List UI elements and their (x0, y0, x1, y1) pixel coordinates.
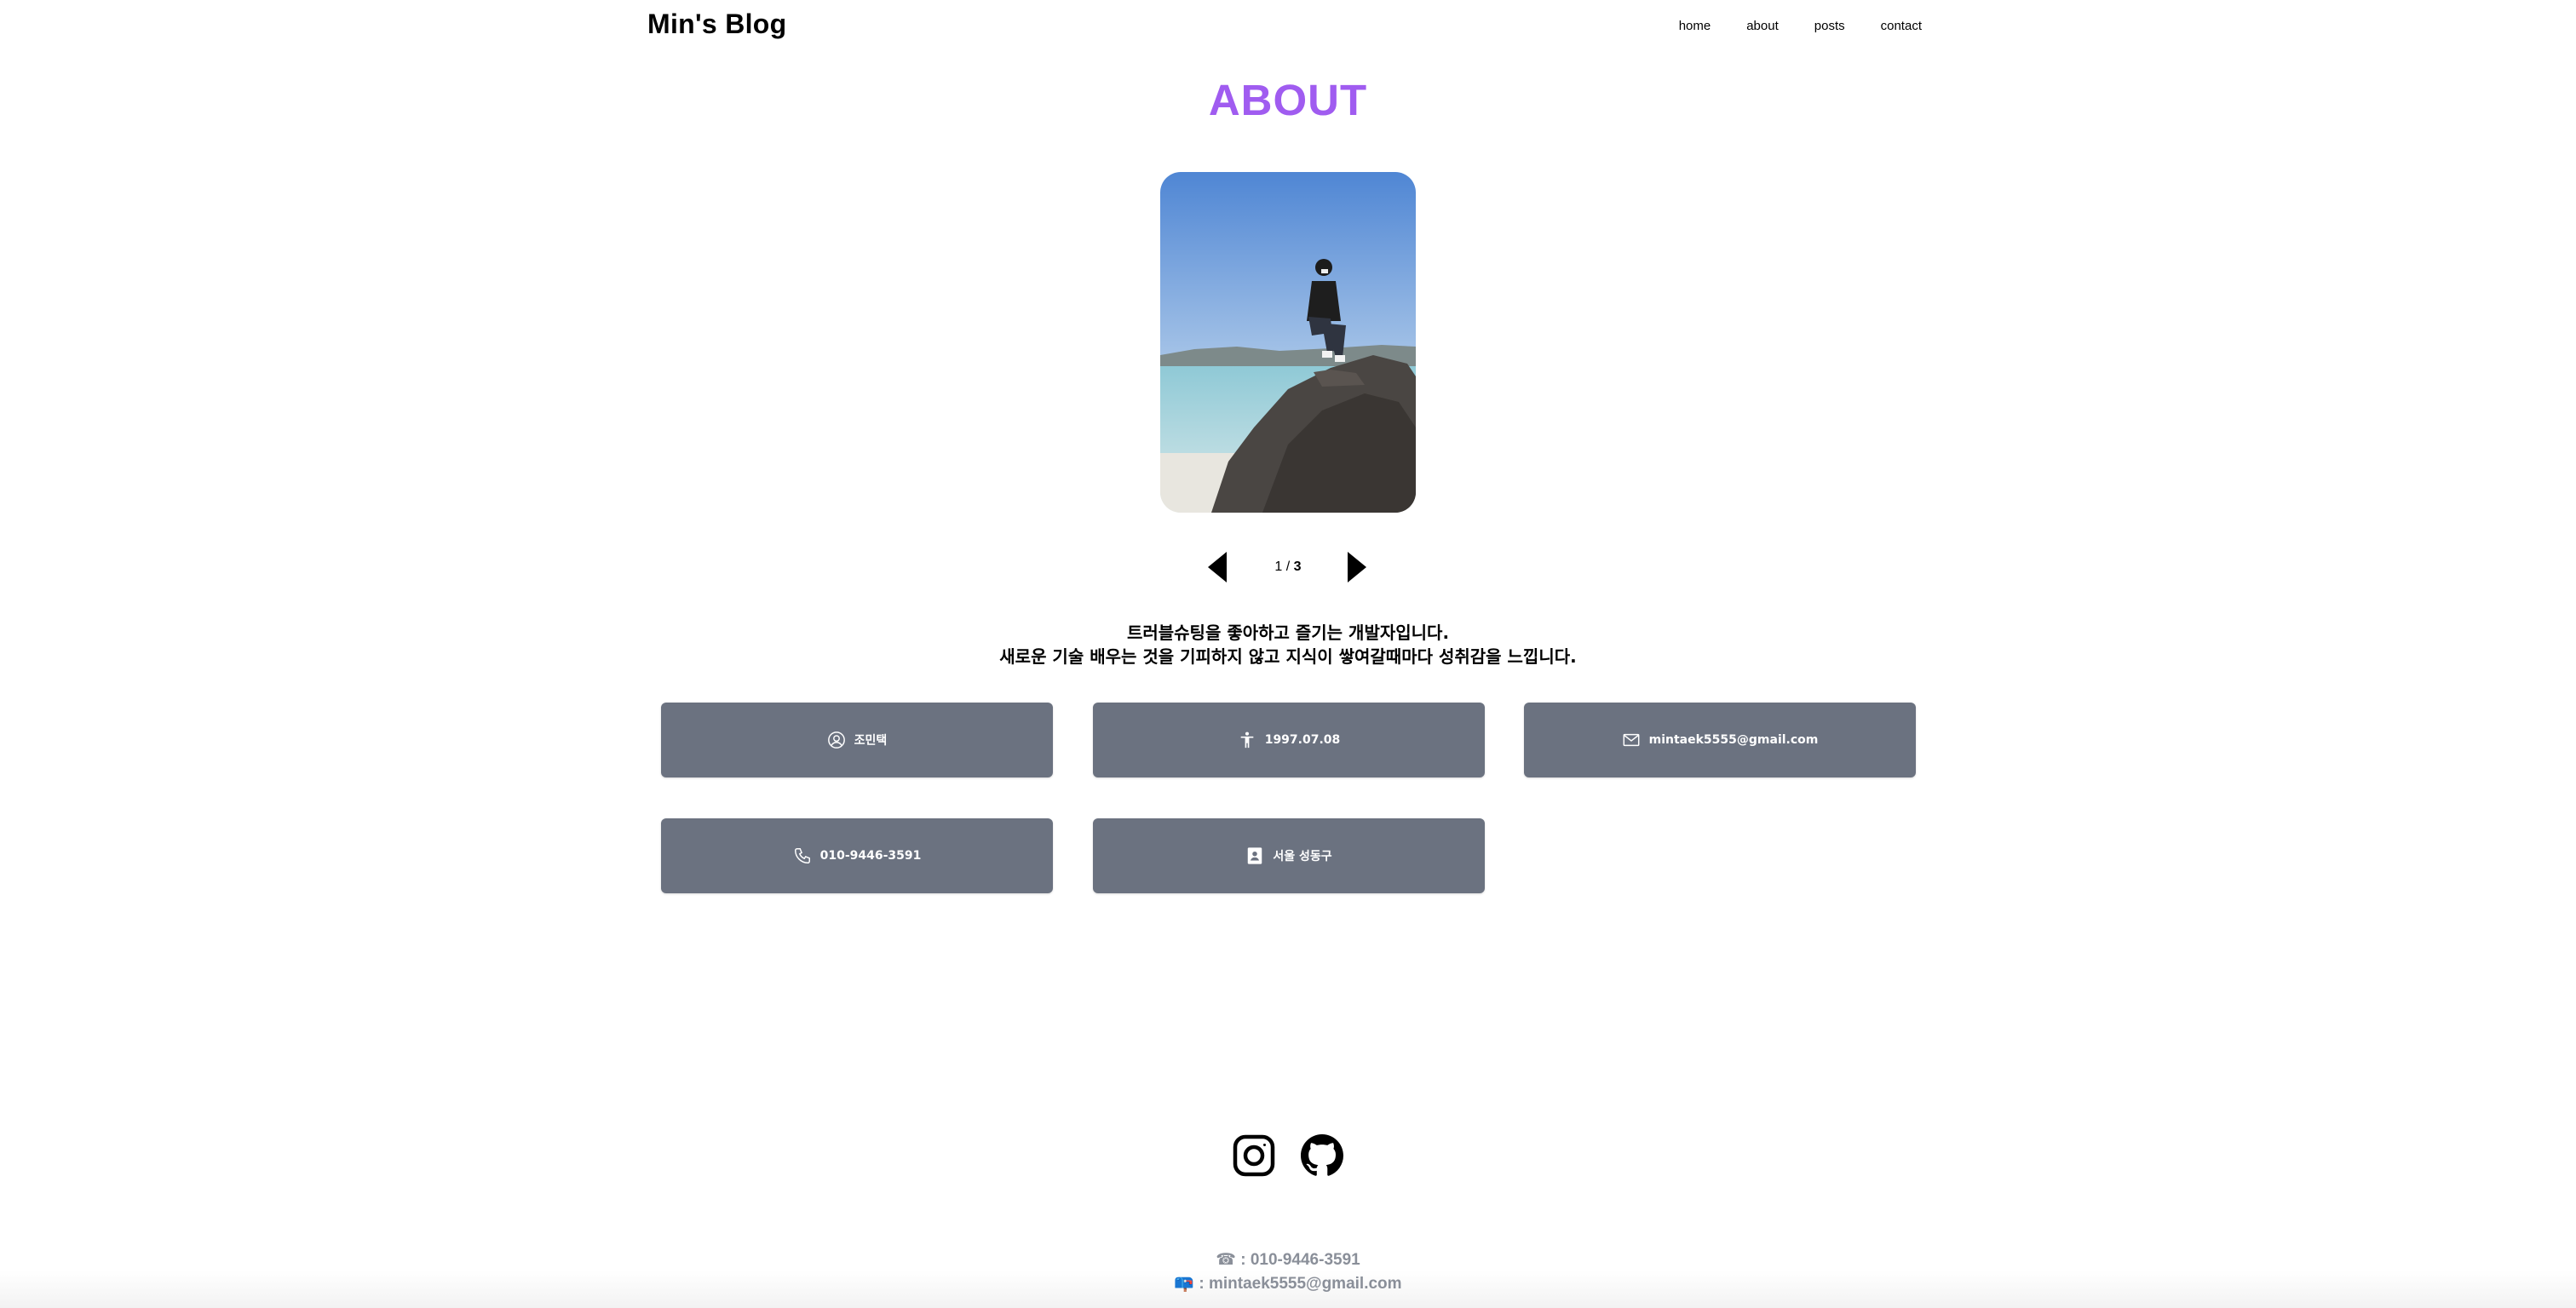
info-card-phone[interactable]: 010-9446-3591 (661, 818, 1053, 893)
footer-phone: ☎ : 010-9446-3591 (0, 1248, 2576, 1272)
carousel-total: 3 (1293, 559, 1302, 574)
carousel-separator: / (1282, 559, 1294, 574)
carousel-controls: 1 / 3 (0, 552, 2576, 582)
mail-icon (1622, 731, 1641, 749)
nav-link-home[interactable]: home (1679, 19, 1711, 33)
nav-link-contact[interactable]: contact (1881, 19, 1922, 33)
carousel-current: 1 (1274, 559, 1283, 574)
intro-line-1: 트러블슈팅을 좋아하고 즐기는 개발자입니다. (1126, 622, 1450, 643)
main-nav: home about posts contact (1679, 19, 1922, 33)
info-card-text: 서울 성동구 (1273, 850, 1332, 863)
info-card-email[interactable]: mintaek5555@gmail.com (1524, 703, 1916, 777)
github-icon[interactable] (1301, 1134, 1343, 1177)
profile-photo (1160, 172, 1416, 513)
user-circle-icon (827, 731, 846, 749)
nav-link-posts[interactable]: posts (1814, 19, 1845, 33)
info-card-text: 조민택 (854, 734, 888, 748)
phone-icon (793, 846, 812, 865)
info-card-text: 010-9446-3591 (819, 849, 922, 863)
info-card-name[interactable]: 조민택 (661, 703, 1053, 777)
footer-email-text[interactable]: : mintaek5555@gmail.com (1194, 1275, 1401, 1293)
instagram-icon[interactable] (1233, 1134, 1275, 1177)
page-title: ABOUT (1208, 76, 1368, 124)
info-card-birthdate[interactable]: 1997.07.08 (1093, 703, 1485, 777)
next-arrow-icon[interactable] (1346, 552, 1368, 582)
site-logo[interactable]: Min's Blog (647, 9, 786, 40)
footer-email: 📪 : mintaek5555@gmail.com (0, 1272, 2576, 1296)
person-figure-icon (1238, 731, 1256, 749)
nav-link-about[interactable]: about (1746, 19, 1779, 33)
contact-book-icon (1245, 846, 1264, 865)
site-header: Min's Blog home about posts contact (647, 0, 1922, 54)
info-card-text: mintaek5555@gmail.com (1648, 733, 1819, 747)
footer-phone-text: : 010-9446-3591 (1235, 1251, 1360, 1269)
info-card-text: 1997.07.08 (1264, 733, 1341, 747)
carousel-counter: 1 / 3 (0, 559, 2576, 575)
intro-text: 트러블슈팅을 좋아하고 즐기는 개발자입니다. 새로운 기술 배우는 것을 기피… (0, 621, 2576, 668)
telephone-icon: ☎ (1216, 1251, 1236, 1269)
info-card-address[interactable]: 서울 성동구 (1093, 818, 1485, 893)
intro-line-2: 새로운 기술 배우는 것을 기피하지 않고 지식이 쌓여갈때마다 성취감을 느낍… (999, 646, 1577, 667)
site-footer: ☎ : 010-9446-3591 📪 : mintaek5555@gmail.… (0, 1248, 2576, 1296)
mailbox-icon: 📪 (1174, 1275, 1195, 1293)
